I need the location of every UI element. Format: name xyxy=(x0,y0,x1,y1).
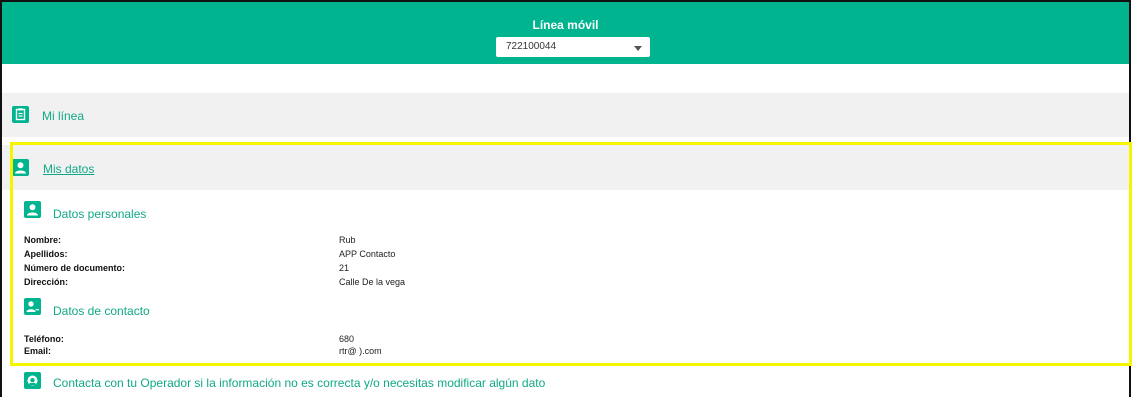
mi-linea-section[interactable]: Mi línea xyxy=(2,93,1129,137)
field-value-nombre: Rub xyxy=(339,235,356,245)
top-bar: Línea móvil 722100044 xyxy=(2,2,1129,64)
field-value-documento: 21 xyxy=(339,263,350,273)
clipboard-icon xyxy=(12,106,29,123)
footer-note: Contacta con tu Operador si la informaci… xyxy=(53,376,546,390)
field-label-apellidos: Apellidos: xyxy=(24,249,68,259)
mis-datos-link[interactable]: Mis datos xyxy=(43,162,94,176)
line-selector-title: Línea móvil xyxy=(532,18,599,32)
user-icon xyxy=(24,201,41,218)
field-label-email: Email: xyxy=(24,346,52,356)
line-select-value: 722100044 xyxy=(506,41,557,52)
datos-contacto-heading: Datos de contacto xyxy=(53,304,150,318)
field-label-direccion: Dirección: xyxy=(24,277,69,287)
contact-user-icon xyxy=(24,298,41,315)
field-value-email: rtr@ ).com xyxy=(339,346,382,356)
mi-linea-label: Mi línea xyxy=(42,109,85,123)
operator-icon xyxy=(24,372,41,389)
field-label-telefono: Teléfono: xyxy=(24,334,64,344)
field-label-documento: Número de documento: xyxy=(24,263,126,273)
datos-personales-heading: Datos personales xyxy=(53,207,147,221)
field-value-apellidos: APP Contacto xyxy=(339,249,396,259)
field-value-direccion: Calle De la vega xyxy=(339,277,406,287)
chevron-down-icon xyxy=(634,46,642,51)
line-select-dropdown[interactable]: 722100044 xyxy=(496,37,650,57)
field-value-telefono: 680 xyxy=(339,334,355,344)
field-label-nombre: Nombre: xyxy=(24,235,62,245)
mis-datos-section[interactable]: Mis datos xyxy=(2,145,1129,190)
user-icon xyxy=(12,159,29,176)
